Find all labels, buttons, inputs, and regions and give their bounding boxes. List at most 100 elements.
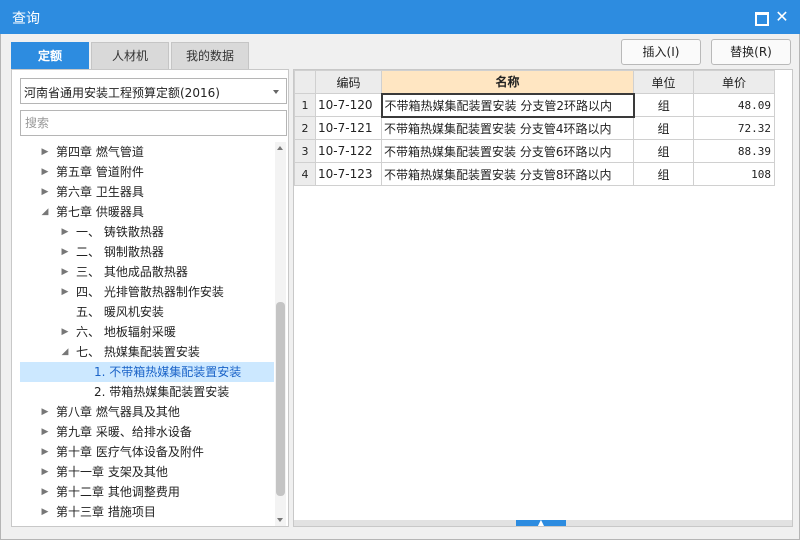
cell-name[interactable]: 不带箱热媒集配装置安装 分支管8环路以内	[381, 162, 634, 186]
tree-item[interactable]: ◢ 七、 热媒集配装置安装	[20, 342, 274, 362]
replace-button[interactable]: 替换(R)	[711, 39, 791, 65]
tree-item[interactable]: ▶ 第九章 采暖、给排水设备	[20, 422, 274, 442]
table-row[interactable]: 4 10-7-123 不带箱热媒集配装置安装 分支管8环路以内 组 108	[294, 162, 775, 186]
tree-item-label: 第十二章 其他调整费用	[56, 485, 180, 499]
expand-arrow-icon[interactable]: ▶	[40, 142, 50, 162]
cell-price[interactable]: 108	[693, 162, 775, 186]
cell-unit[interactable]: 组	[633, 139, 694, 163]
collapse-arrow-icon[interactable]: ◢	[40, 202, 50, 222]
cell-name[interactable]: 不带箱热媒集配装置安装 分支管4环路以内	[381, 116, 634, 140]
tree-item-label: 第七章 供暖器具	[56, 205, 144, 219]
column-header-code[interactable]: 编码	[315, 70, 382, 94]
tree-item-label: 第十章 医疗气体设备及附件	[56, 445, 204, 459]
tree-item[interactable]: ◢ 第七章 供暖器具	[20, 202, 274, 222]
cell-price[interactable]: 88.39	[693, 139, 775, 163]
expand-arrow-icon	[60, 302, 70, 322]
expand-arrow-icon[interactable]: ▶	[60, 262, 70, 282]
library-select[interactable]: 河南省通用安装工程预算定额(2016)	[20, 78, 287, 104]
tab-my-data[interactable]: 我的数据	[171, 42, 249, 69]
table-row[interactable]: 1 10-7-120 不带箱热媒集配装置安装 分支管2环路以内 组 48.09	[294, 92, 775, 118]
table-row[interactable]: 2 10-7-121 不带箱热媒集配装置安装 分支管4环路以内 组 72.32	[294, 116, 775, 140]
scroll-down-icon[interactable]	[277, 518, 283, 522]
row-number: 1	[294, 93, 316, 117]
cell-code[interactable]: 10-7-121	[315, 116, 382, 140]
tree-item-label: 一、 铸铁散热器	[76, 225, 164, 239]
window-title: 查询	[12, 11, 40, 27]
expand-arrow-icon[interactable]: ▶	[40, 462, 50, 482]
close-icon[interactable]: ✕	[774, 9, 790, 25]
expand-arrow-icon[interactable]: ▶	[40, 402, 50, 422]
insert-button[interactable]: 插入(I)	[621, 39, 701, 65]
tree-item[interactable]: 五、 暖风机安装	[20, 302, 274, 322]
tree-item[interactable]: ▶ 第五章 管道附件	[20, 162, 274, 182]
results-panel: 编码 名称 单位 单价 1 10-7-120 不带箱热媒集配装置安装 分支管2环…	[293, 69, 793, 527]
expand-arrow-icon[interactable]: ▶	[40, 422, 50, 442]
tree-item[interactable]: ▶ 第十三章 措施项目	[20, 502, 274, 522]
tree-item-label: 三、 其他成品散热器	[76, 265, 188, 279]
expand-arrow-icon[interactable]: ▶	[40, 442, 50, 462]
collapse-arrow-icon[interactable]: ◢	[60, 342, 70, 362]
table-header-row: 编码 名称 单位 单价	[294, 70, 775, 94]
expand-arrow-icon[interactable]: ▶	[40, 162, 50, 182]
left-panel: 河南省通用安装工程预算定额(2016) ▶第四章 燃气管道 ▶第五章 管道附件 …	[11, 69, 289, 527]
tree-item-label: 第五章 管道附件	[56, 165, 144, 179]
tree-item-label: 五、 暖风机安装	[76, 305, 164, 319]
tree-item-selected[interactable]: 1. 不带箱热媒集配装置安装	[20, 362, 274, 382]
expand-arrow-icon[interactable]: ▶	[60, 322, 70, 342]
tab-labor-material-machine[interactable]: 人材机	[91, 42, 169, 69]
tree-item[interactable]: ▶ 二、 钢制散热器	[20, 242, 274, 262]
expand-arrow-icon[interactable]: ▶	[60, 242, 70, 262]
tree-item-label: 第四章 燃气管道	[56, 145, 144, 159]
expand-arrow-icon[interactable]: ▶	[40, 182, 50, 202]
cell-price[interactable]: 48.09	[693, 93, 775, 117]
results-table: 编码 名称 单位 单价 1 10-7-120 不带箱热媒集配装置安装 分支管2环…	[294, 70, 775, 186]
maximize-icon[interactable]	[752, 9, 769, 26]
tree-item[interactable]: ▶ 第十二章 其他调整费用	[20, 482, 274, 502]
tree-item[interactable]: ▶ 六、 地板辐射采暖	[20, 322, 274, 342]
tree-item[interactable]: ▶ 第十章 医疗气体设备及附件	[20, 442, 274, 462]
chevron-up-icon[interactable]: ▲	[537, 519, 545, 527]
tree-item[interactable]: ▶ 一、 铸铁散热器	[20, 222, 274, 242]
cell-name[interactable]: 不带箱热媒集配装置安装 分支管2环路以内	[380, 92, 635, 118]
tree-item[interactable]: ▶ 第十一章 支架及其他	[20, 462, 274, 482]
row-number-header	[294, 70, 316, 94]
tree-item[interactable]: ▶ 第六章 卫生器具	[20, 182, 274, 202]
column-header-unit[interactable]: 单位	[633, 70, 694, 94]
scrollbar-thumb[interactable]	[276, 302, 285, 496]
chevron-down-icon[interactable]	[273, 90, 279, 94]
cell-name[interactable]: 不带箱热媒集配装置安装 分支管6环路以内	[381, 139, 634, 163]
column-header-price[interactable]: 单价	[693, 70, 775, 94]
cell-code[interactable]: 10-7-120	[315, 93, 382, 117]
expand-arrow-icon[interactable]: ▶	[60, 282, 70, 302]
tree-item[interactable]: ▶ 第四章 燃气管道	[20, 142, 274, 162]
expand-arrow-icon[interactable]: ▶	[40, 482, 50, 502]
row-number: 2	[294, 116, 316, 140]
window-body: 定额 人材机 我的数据 插入(I) 替换(R) 河南省通用安装工程预算定额(20…	[0, 34, 800, 540]
cell-unit[interactable]: 组	[633, 116, 694, 140]
tree-item[interactable]: 2. 带箱热媒集配装置安装	[20, 382, 274, 402]
tree-scrollbar[interactable]	[275, 142, 286, 526]
title-bar: 查询 ✕	[0, 0, 800, 34]
panel-splitter[interactable]: ▲	[294, 519, 792, 527]
scroll-up-icon[interactable]	[277, 146, 283, 150]
cell-unit[interactable]: 组	[633, 162, 694, 186]
tree-item[interactable]: ▶ 三、 其他成品散热器	[20, 262, 274, 282]
tree-item[interactable]: ▶ 第八章 燃气器具及其他	[20, 402, 274, 422]
library-select-value: 河南省通用安装工程预算定额(2016)	[24, 86, 220, 100]
table-row[interactable]: 3 10-7-122 不带箱热媒集配装置安装 分支管6环路以内 组 88.39	[294, 139, 775, 163]
cell-price[interactable]: 72.32	[693, 116, 775, 140]
column-header-name[interactable]: 名称	[381, 70, 634, 94]
splitter-handle[interactable]: ▲	[516, 519, 566, 527]
tree-item-label: 七、 热媒集配装置安装	[76, 345, 200, 359]
cell-code[interactable]: 10-7-122	[315, 139, 382, 163]
expand-arrow-icon[interactable]: ▶	[40, 502, 50, 522]
expand-arrow-icon[interactable]: ▶	[60, 222, 70, 242]
tree-item[interactable]: ▶ 四、 光排管散热器制作安装	[20, 282, 274, 302]
search-input[interactable]	[20, 110, 287, 136]
cell-code[interactable]: 10-7-123	[315, 162, 382, 186]
cell-unit[interactable]: 组	[633, 93, 694, 117]
tree-item-label: 六、 地板辐射采暖	[76, 325, 176, 339]
row-number: 4	[294, 162, 316, 186]
tree-item-label: 第十三章 措施项目	[56, 505, 156, 519]
tab-quota[interactable]: 定额	[11, 42, 89, 69]
